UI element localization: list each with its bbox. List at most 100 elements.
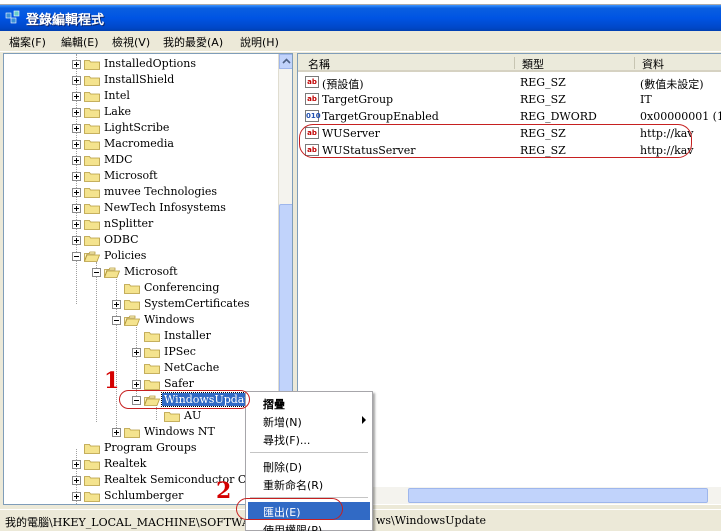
menu-rename[interactable]: 重新命名(R) (248, 475, 370, 493)
title-bar[interactable]: 登錄編輯程式 (0, 5, 721, 31)
folder-icon (84, 220, 100, 230)
tree-item[interactable]: Microsoft (4, 168, 276, 184)
collapse-minus-icon[interactable] (112, 316, 121, 325)
expand-plus-icon[interactable] (72, 236, 81, 245)
tree-item[interactable]: Schlumberger (4, 488, 276, 504)
tree-item-label: IPSec (164, 345, 196, 358)
chevron-up-icon (282, 58, 291, 64)
value-data: IT (640, 93, 652, 106)
expand-plus-icon[interactable] (72, 156, 81, 165)
list-item[interactable]: ab TargetGroup REG_SZ IT (298, 91, 721, 108)
menu-file[interactable]: 檔案(F) (9, 34, 46, 50)
expand-plus-icon[interactable] (72, 124, 81, 133)
tree-item[interactable]: nSplitter (4, 216, 276, 232)
expand-plus-icon[interactable] (112, 300, 121, 309)
folder-icon (84, 172, 100, 182)
tree-item-label: ODBC (104, 233, 139, 246)
folder-icon (84, 124, 100, 134)
tree-item[interactable]: IPSec (4, 344, 276, 360)
scroll-up-button[interactable] (279, 54, 292, 69)
expand-plus-icon[interactable] (72, 92, 81, 101)
tree-item[interactable]: Installer (4, 328, 276, 344)
tree-item[interactable]: Windows NT (4, 424, 276, 440)
tree-item-label: Microsoft (124, 265, 178, 278)
tree-item-label: Program Groups (104, 441, 197, 454)
expand-plus-icon[interactable] (72, 460, 81, 469)
column-data[interactable]: 資料 (642, 56, 664, 72)
expand-plus-icon[interactable] (72, 108, 81, 117)
expand-plus-icon[interactable] (72, 188, 81, 197)
value-name: TargetGroup (322, 93, 394, 106)
scroll-thumb[interactable] (408, 488, 708, 503)
menu-edit[interactable]: 編輯(E) (61, 34, 99, 50)
tree-item-label: Microsoft (104, 169, 158, 182)
expand-plus-icon[interactable] (72, 492, 81, 501)
folder-icon (84, 236, 100, 246)
annotation-number-1: 1 (104, 368, 120, 394)
folder-icon (84, 444, 100, 454)
tree-item[interactable]: MDC (4, 152, 276, 168)
annotation-oval-export (236, 498, 343, 520)
menu-find[interactable]: 尋找(F)... (248, 430, 370, 448)
menu-favorites[interactable]: 我的最愛(A) (163, 34, 223, 50)
tree-item[interactable]: Macromedia (4, 136, 276, 152)
list-item[interactable]: 010 TargetGroupEnabled REG_DWORD 0x00000001… (298, 108, 721, 125)
tree-item-label: Policies (104, 249, 147, 262)
tree-item[interactable]: Realtek (4, 456, 276, 472)
tree-item[interactable]: Intel (4, 88, 276, 104)
column-name[interactable]: 名稱 (308, 56, 330, 72)
tree-item[interactable]: SystemCertificates (4, 296, 276, 312)
value-name: (預設值) (322, 78, 364, 91)
tree-item-label: MDC (104, 153, 133, 166)
expand-plus-icon[interactable] (72, 76, 81, 85)
tree-item[interactable]: InstalledOptions (4, 56, 276, 72)
expand-plus-icon[interactable] (72, 204, 81, 213)
expand-plus-icon[interactable] (72, 476, 81, 485)
tree-item[interactable]: Windows (4, 312, 276, 328)
folder-icon (124, 284, 140, 294)
annotation-number-2: 2 (216, 478, 232, 504)
expand-plus-icon[interactable] (132, 348, 141, 357)
tree-item[interactable]: Policies (4, 248, 276, 264)
expand-plus-icon[interactable] (72, 60, 81, 69)
tree-item-label: LightScribe (104, 121, 170, 134)
window-title: 登錄編輯程式 (26, 13, 105, 28)
tree-item[interactable]: LightScribe (4, 120, 276, 136)
tree-item[interactable]: Lake (4, 104, 276, 120)
tree-item[interactable]: AU (4, 408, 276, 424)
column-separator[interactable] (514, 57, 515, 69)
tree-item[interactable]: Program Groups (4, 440, 276, 456)
tree-item[interactable]: muvee Technologies (4, 184, 276, 200)
column-type[interactable]: 類型 (522, 56, 544, 72)
tree-item[interactable]: Microsoft (4, 264, 276, 280)
menu-help[interactable]: 說明(H) (240, 34, 279, 50)
expand-plus-icon[interactable] (132, 380, 141, 389)
tree-item-label: SystemCertificates (144, 297, 250, 310)
scroll-thumb[interactable] (279, 204, 292, 414)
menu-permissions[interactable]: 使用權限(P)... (248, 520, 370, 531)
status-path-tail: ws\WindowsUpdate (376, 514, 487, 527)
expand-plus-icon[interactable] (112, 428, 121, 437)
tree-item[interactable]: Conferencing (4, 280, 276, 296)
value-data: 0x00000001 (1) (640, 110, 721, 123)
menu-delete[interactable]: 刪除(D) (248, 457, 370, 475)
menu-collapse[interactable]: 摺疊 (248, 394, 370, 412)
tree-item-label: Safer (164, 377, 194, 390)
regedit-icon (5, 10, 20, 24)
column-separator[interactable] (634, 57, 635, 69)
list-item[interactable]: ab (預設值) REG_SZ (數值未設定) (298, 74, 721, 91)
collapse-minus-icon[interactable] (92, 268, 101, 277)
tree-item[interactable]: NetCache (4, 360, 276, 376)
expand-plus-icon[interactable] (72, 172, 81, 181)
collapse-minus-icon[interactable] (72, 252, 81, 261)
folder-icon (84, 204, 100, 214)
tree-item[interactable]: ODBC (4, 232, 276, 248)
tree-item[interactable]: Realtek Semiconductor Corp (4, 472, 276, 488)
menu-new[interactable]: 新增(N) (248, 412, 370, 430)
folder-icon (84, 108, 100, 118)
tree-item[interactable]: NewTech Infosystems (4, 200, 276, 216)
expand-plus-icon[interactable] (72, 220, 81, 229)
expand-plus-icon[interactable] (72, 140, 81, 149)
tree-item[interactable]: InstallShield (4, 72, 276, 88)
menu-view[interactable]: 檢視(V) (112, 34, 150, 50)
